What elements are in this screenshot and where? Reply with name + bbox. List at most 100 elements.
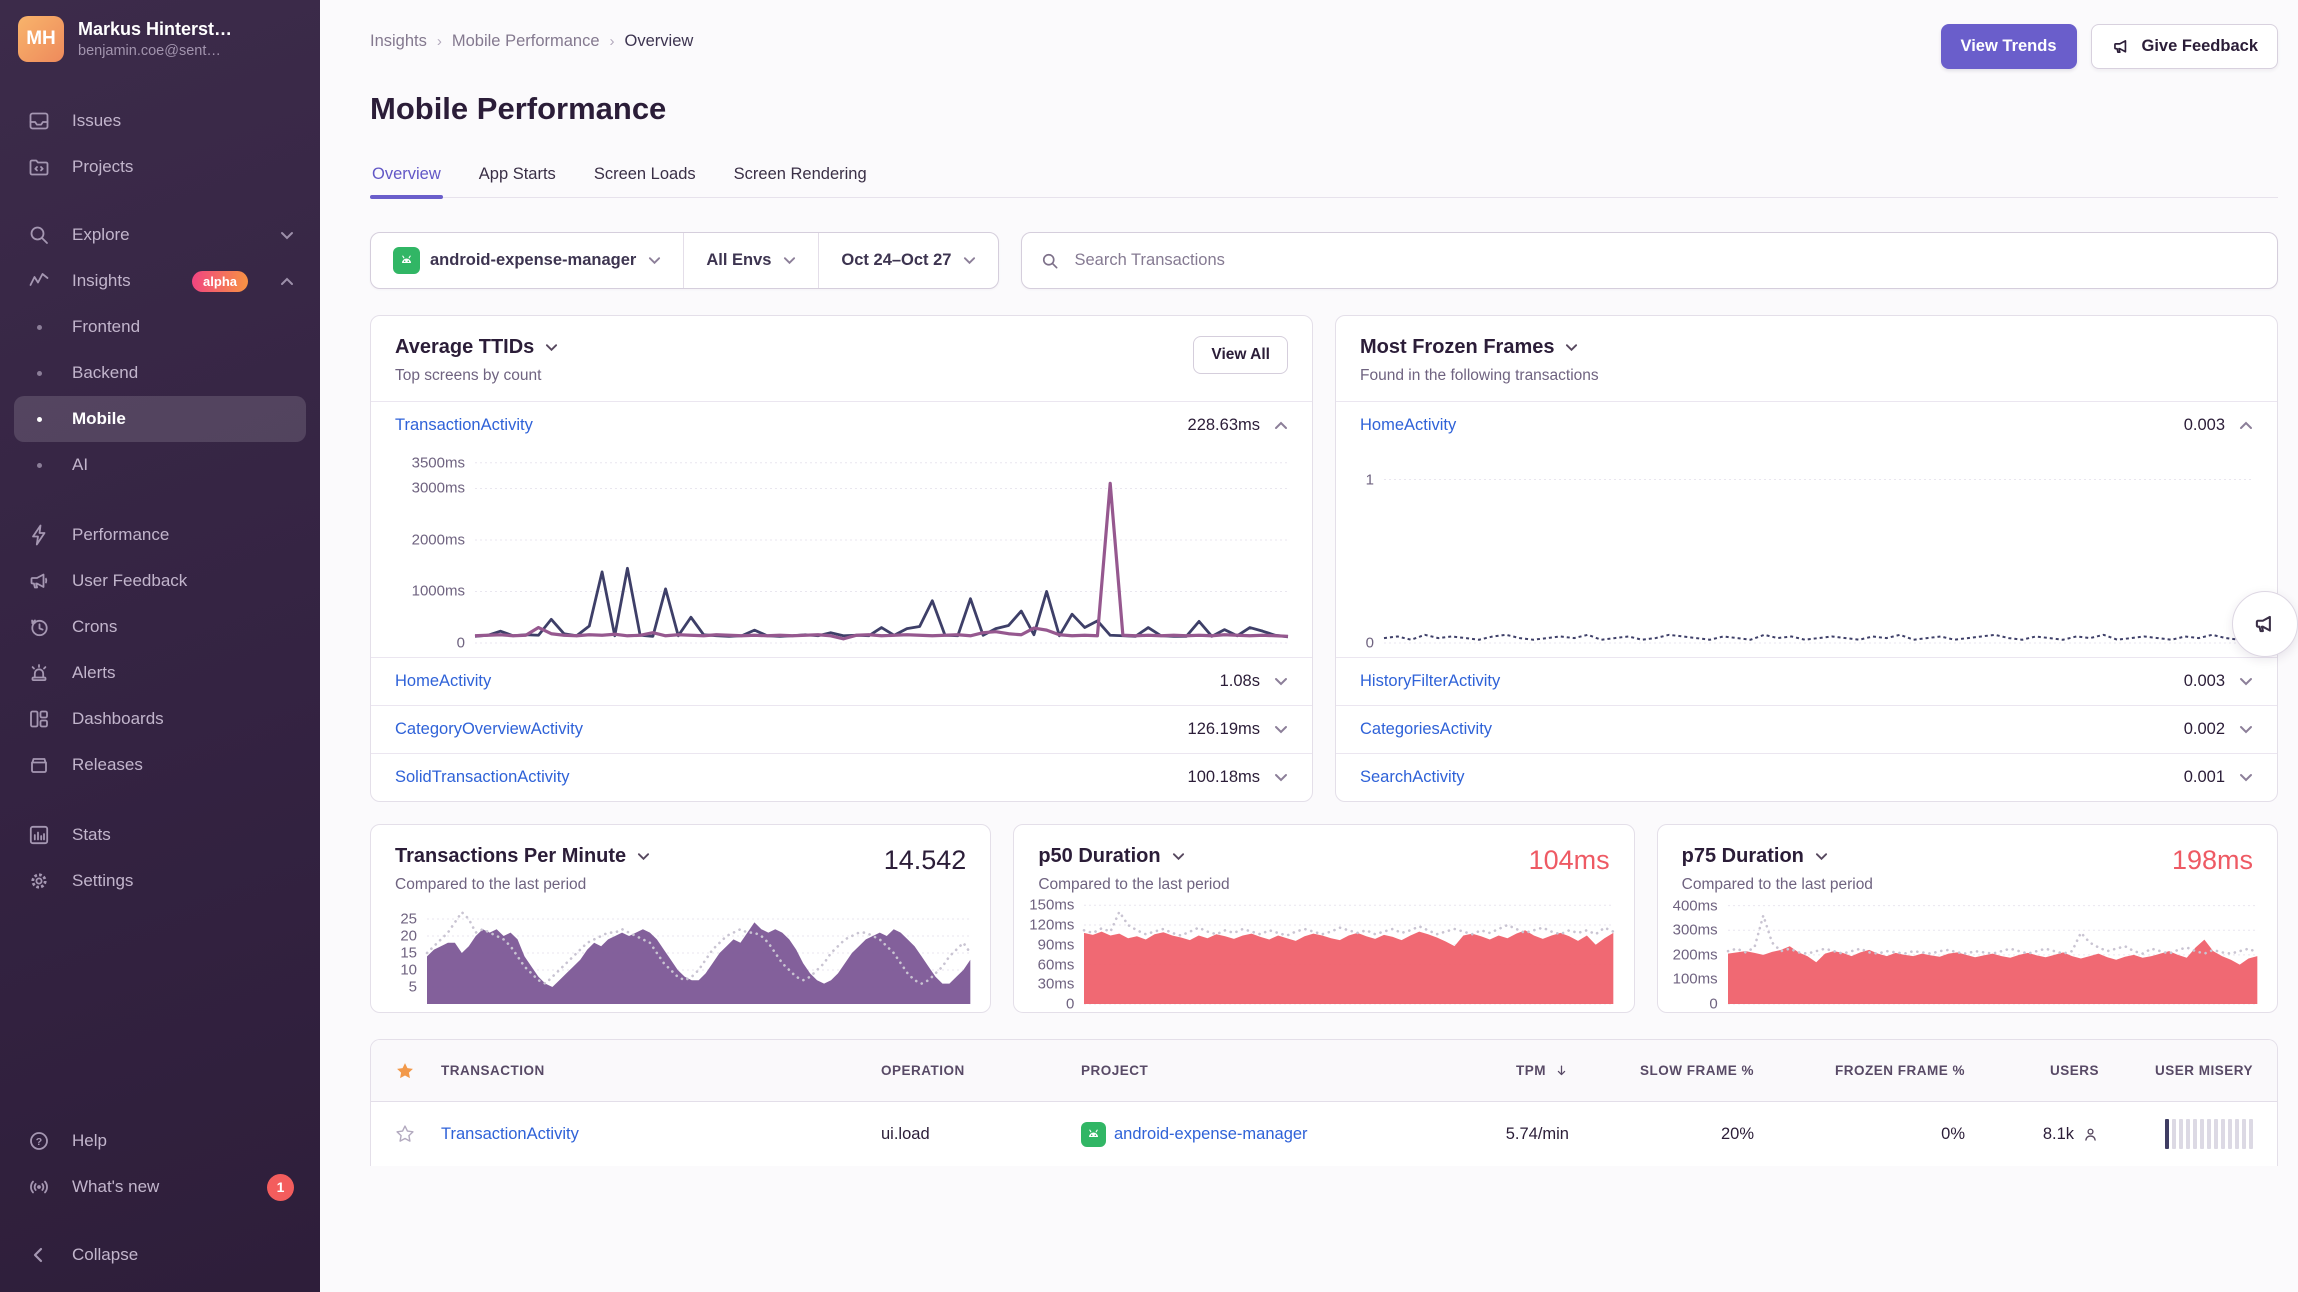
chevron-up-icon[interactable] <box>1274 421 1288 430</box>
sidebar-item-label: Alerts <box>72 663 115 683</box>
sidebar-item-label: Settings <box>72 871 133 891</box>
chevron-down-icon[interactable] <box>1274 773 1288 782</box>
sidebar-item-stats[interactable]: Stats <box>14 812 306 858</box>
user-name: Markus Hinterst… <box>78 19 232 40</box>
column-header-slow-frame[interactable]: SLOW FRAME % <box>1575 1063 1760 1078</box>
average-ttids-title-dropdown[interactable]: Average TTIDs <box>395 336 558 359</box>
ttid-chart: 3500ms3000ms2000ms1000ms0 <box>371 449 1312 657</box>
sidebar-item-backend[interactable]: Backend <box>14 350 306 396</box>
transaction-link[interactable]: HomeActivity <box>395 672 491 691</box>
tab-screen-loads[interactable]: Screen Loads <box>592 165 698 197</box>
column-header-frozen-frame[interactable]: FROZEN FRAME % <box>1760 1063 1971 1078</box>
breadcrumb-mobile-performance[interactable]: Mobile Performance <box>452 32 600 51</box>
chevron-up-icon[interactable] <box>2239 421 2253 430</box>
user-menu[interactable]: MH Markus Hinterst… benjamin.coe@sent… <box>0 0 320 76</box>
sidebar-item-performance[interactable]: Performance <box>14 512 306 558</box>
column-header-project[interactable]: PROJECT <box>1075 1063 1445 1078</box>
project-cell: android-expense-manager <box>1075 1122 1445 1147</box>
tab-overview[interactable]: Overview <box>370 165 443 197</box>
sidebar-item-label: Frontend <box>72 317 140 337</box>
transaction-link[interactable]: CategoriesActivity <box>1360 720 1492 739</box>
sidebar-item-label: AI <box>72 455 88 475</box>
panels-row: Average TTIDs Top screens by count View … <box>370 315 2278 802</box>
transaction-link[interactable]: HistoryFilterActivity <box>1360 672 1500 691</box>
average-ttids-panel: Average TTIDs Top screens by count View … <box>370 315 1313 802</box>
chevron-down-icon <box>1172 852 1185 861</box>
releases-box-icon <box>26 752 52 778</box>
transaction-link[interactable]: HomeActivity <box>1360 416 1456 435</box>
ttid-row: SolidTransactionActivity 100.18ms <box>371 753 1312 801</box>
sidebar-item-whats-new[interactable]: What's new 1 <box>14 1164 306 1210</box>
project-link[interactable]: android-expense-manager <box>1114 1125 1308 1144</box>
column-header-transaction[interactable]: TRANSACTION <box>435 1063 875 1078</box>
sidebar-item-mobile[interactable]: Mobile <box>14 396 306 442</box>
sidebar-item-issues[interactable]: Issues <box>14 98 306 144</box>
bullet-icon <box>26 463 52 468</box>
row-value: 0.003 <box>2184 672 2225 691</box>
column-header-tpm[interactable]: TPM <box>1445 1063 1575 1078</box>
column-header-operation[interactable]: OPERATION <box>875 1063 1075 1078</box>
sidebar-item-label: Releases <box>72 755 143 775</box>
sidebar-item-insights[interactable]: Insights alpha <box>14 258 306 304</box>
sidebar-item-label: Performance <box>72 525 169 545</box>
tab-screen-rendering[interactable]: Screen Rendering <box>732 165 869 197</box>
tab-app-starts[interactable]: App Starts <box>477 165 558 197</box>
transaction-link[interactable]: CategoryOverviewActivity <box>395 720 583 739</box>
users-cell: 8.1k <box>1971 1125 2105 1144</box>
chevron-down-icon[interactable] <box>1274 725 1288 734</box>
chevron-down-icon[interactable] <box>1274 677 1288 686</box>
star-column-header[interactable] <box>371 1061 435 1081</box>
sidebar-item-label: Insights <box>72 271 131 291</box>
star-toggle[interactable] <box>371 1124 435 1144</box>
search-transactions-input[interactable] <box>1072 250 2259 271</box>
give-feedback-button[interactable]: Give Feedback <box>2091 24 2278 69</box>
tpm-title-dropdown[interactable]: Transactions Per Minute <box>395 845 650 868</box>
filter-bar: android-expense-manager All Envs Oct 24–… <box>370 232 2278 289</box>
sidebar-item-frontend[interactable]: Frontend <box>14 304 306 350</box>
sidebar-collapse-button[interactable]: Collapse <box>14 1232 306 1278</box>
breadcrumb-current: Overview <box>625 32 694 51</box>
siren-icon <box>26 660 52 686</box>
sidebar-item-ai[interactable]: AI <box>14 442 306 488</box>
sidebar-item-crons[interactable]: Crons <box>14 604 306 650</box>
breadcrumb-insights[interactable]: Insights <box>370 32 427 51</box>
sidebar-item-projects[interactable]: Projects <box>14 144 306 190</box>
chevron-down-icon[interactable] <box>2239 725 2253 734</box>
panel-title-label: Most Frozen Frames <box>1360 336 1554 359</box>
transaction-link[interactable]: TransactionActivity <box>441 1125 579 1144</box>
most-frozen-frames-title-dropdown[interactable]: Most Frozen Frames <box>1360 336 1599 359</box>
help-icon: ? <box>26 1128 52 1154</box>
panel-subtitle: Compared to the last period <box>395 876 650 894</box>
p50-title-dropdown[interactable]: p50 Duration <box>1038 845 1229 868</box>
transaction-link[interactable]: SolidTransactionActivity <box>395 768 570 787</box>
row-value: 0.001 <box>2184 768 2225 787</box>
p75-title-dropdown[interactable]: p75 Duration <box>1682 845 1873 868</box>
sidebar-item-explore[interactable]: Explore <box>14 212 306 258</box>
page-title: Mobile Performance <box>370 91 2278 127</box>
chevron-down-icon[interactable] <box>2239 773 2253 782</box>
explore-search-icon <box>26 222 52 248</box>
sidebar-item-user-feedback[interactable]: User Feedback <box>14 558 306 604</box>
projects-icon <box>26 154 52 180</box>
view-trends-button[interactable]: View Trends <box>1941 24 2077 69</box>
star-filled-icon <box>395 1061 415 1081</box>
column-header-users[interactable]: USERS <box>1971 1063 2105 1078</box>
date-range-selector[interactable]: Oct 24–Oct 27 <box>818 233 998 288</box>
sidebar-item-label: Stats <box>72 825 111 845</box>
view-all-button[interactable]: View All <box>1193 336 1288 374</box>
column-header-user-misery[interactable]: USER MISERY <box>2105 1063 2277 1078</box>
tpm-panel: Transactions Per Minute Compared to the … <box>370 824 991 1013</box>
transaction-link[interactable]: TransactionActivity <box>395 416 533 435</box>
transaction-link[interactable]: SearchActivity <box>1360 768 1465 787</box>
sidebar-item-label: Crons <box>72 617 117 637</box>
sidebar-item-settings[interactable]: Settings <box>14 858 306 904</box>
chevron-down-icon[interactable] <box>2239 677 2253 686</box>
floating-feedback-button[interactable] <box>2232 591 2298 657</box>
environment-selector[interactable]: All Envs <box>683 233 818 288</box>
sidebar-item-releases[interactable]: Releases <box>14 742 306 788</box>
sidebar-item-dashboards[interactable]: Dashboards <box>14 696 306 742</box>
dashboards-icon <box>26 706 52 732</box>
sidebar-item-help[interactable]: ? Help <box>14 1118 306 1164</box>
project-selector[interactable]: android-expense-manager <box>371 233 683 288</box>
sidebar-item-alerts[interactable]: Alerts <box>14 650 306 696</box>
